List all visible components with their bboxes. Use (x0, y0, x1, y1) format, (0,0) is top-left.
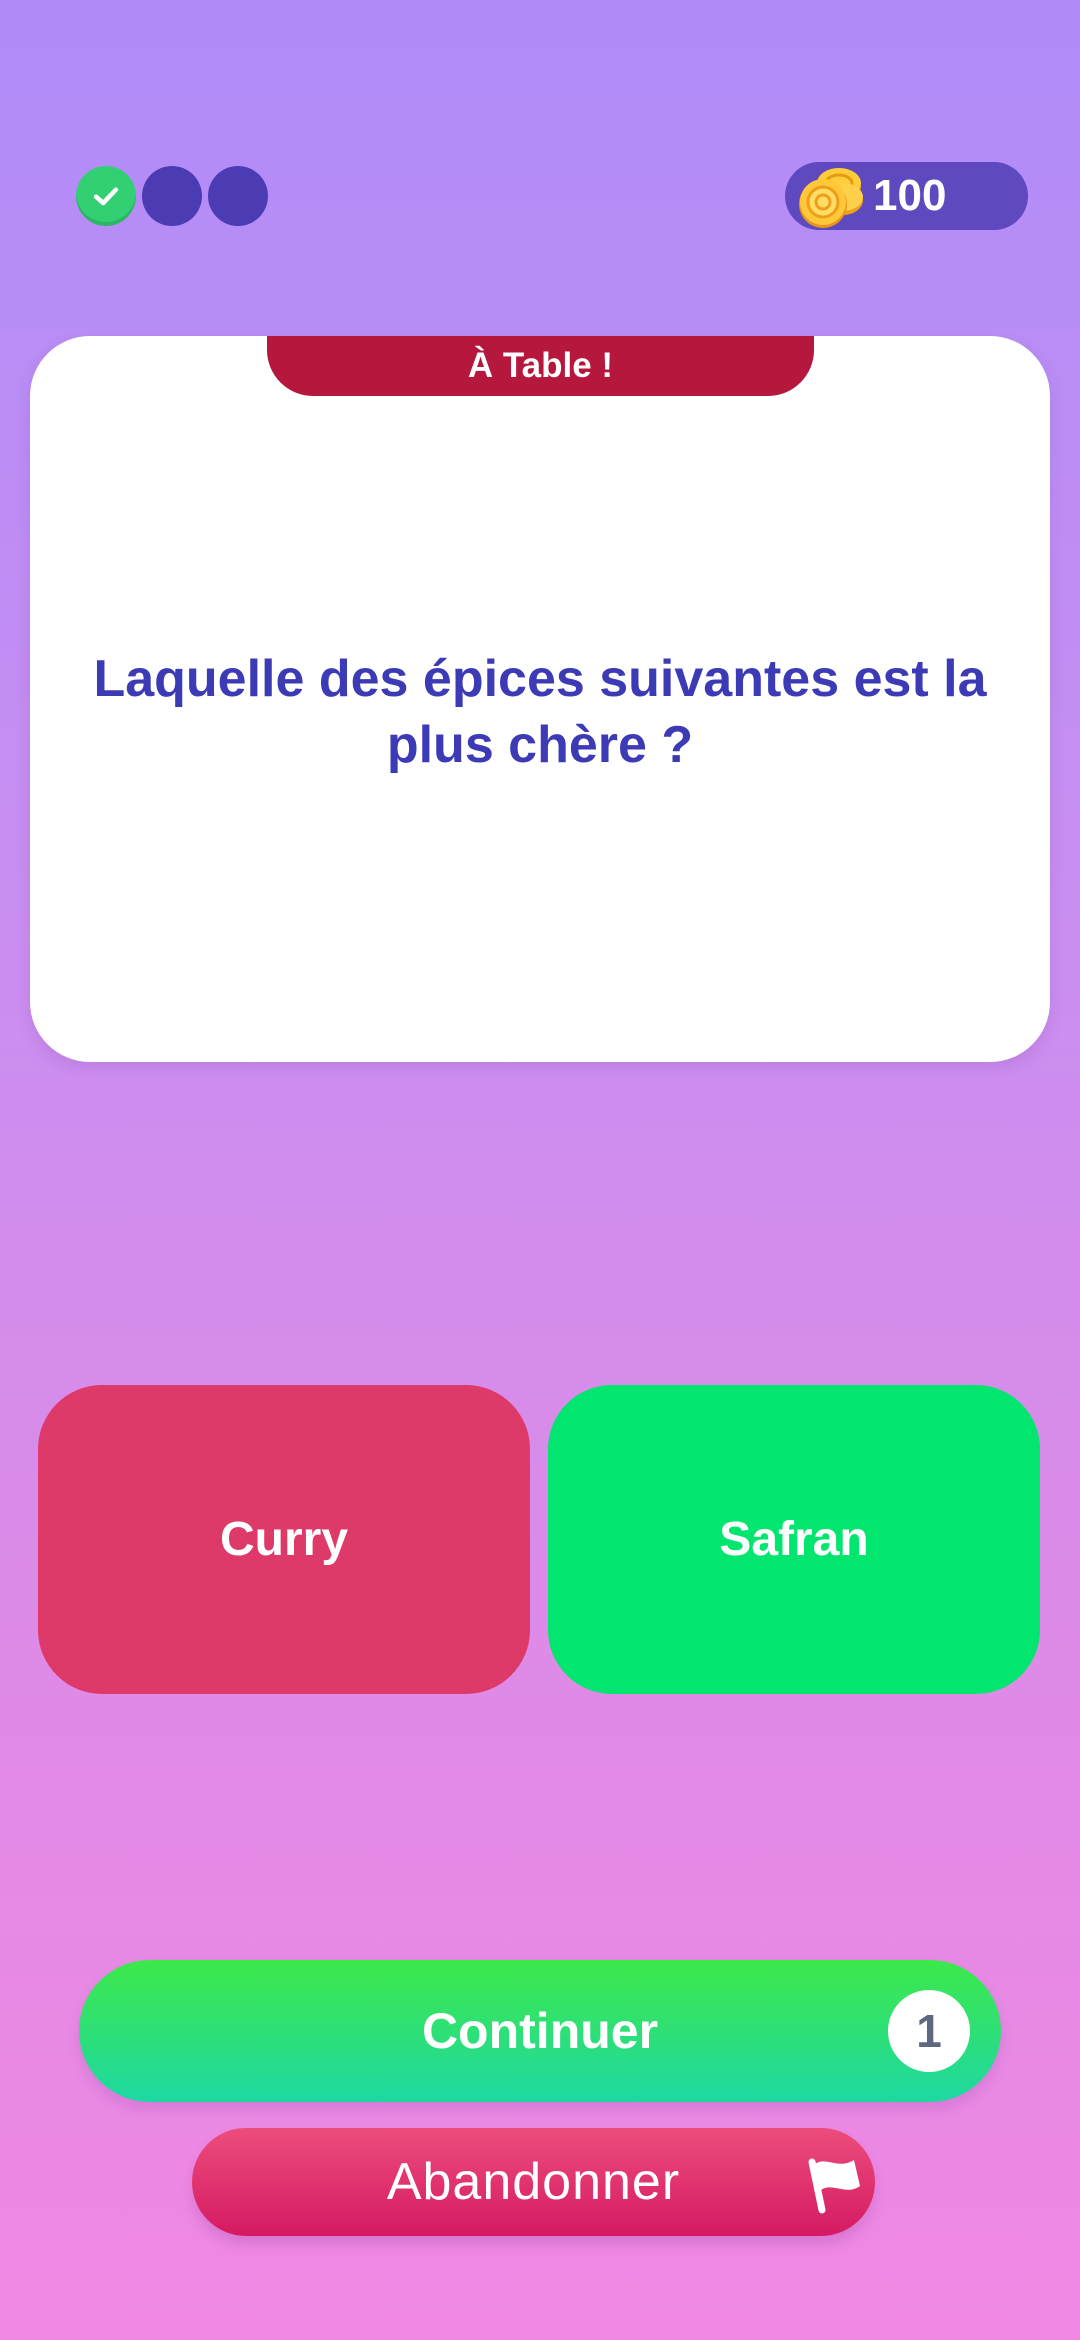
abandon-button[interactable]: Abandonner (192, 2128, 875, 2236)
category-label: À Table ! (267, 336, 814, 396)
question-text: Laquelle des épices suivantes est la plu… (93, 650, 987, 774)
question-progress (76, 166, 268, 226)
question-card: À Table ! Laquelle des épices suivantes … (30, 336, 1050, 1062)
abandon-label: Abandonner (386, 2153, 681, 2211)
progress-step-correct (76, 166, 136, 226)
check-icon (93, 187, 119, 206)
coins-icon (799, 168, 863, 228)
answer-option-safran[interactable]: Safran (548, 1385, 1040, 1694)
continue-button[interactable]: Continuer 1 (79, 1960, 1001, 2102)
answer-option-curry[interactable]: Curry (38, 1385, 530, 1694)
progress-step-pending (208, 166, 268, 226)
continue-counter-badge: 1 (888, 1990, 970, 2072)
continue-label: Continuer (421, 2003, 659, 2059)
coins-badge[interactable]: 100 (785, 162, 1028, 230)
progress-step-pending (142, 166, 202, 226)
coins-count: 100 (873, 171, 947, 220)
flag-icon (808, 2158, 860, 2214)
